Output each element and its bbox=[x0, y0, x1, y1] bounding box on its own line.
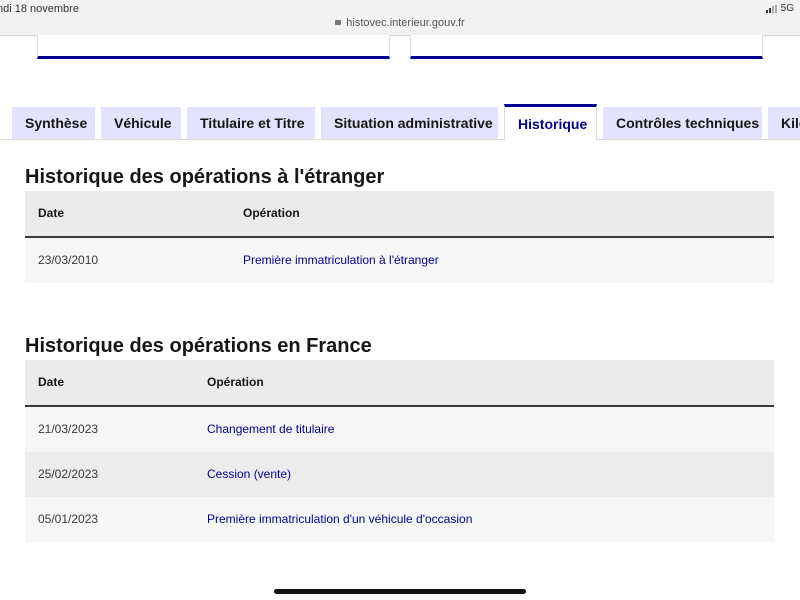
section-title-etranger: Historique des opérations à l'étranger bbox=[25, 166, 385, 188]
network-type: 5G bbox=[780, 3, 794, 14]
table-row: 21/03/2023 Changement de titulaire bbox=[25, 407, 774, 452]
tab-synthese[interactable]: Synthèse bbox=[12, 107, 95, 140]
status-bar: ndi 18 novembre histovec.interieur.gouv.… bbox=[0, 0, 800, 36]
status-date: ndi 18 novembre bbox=[0, 3, 79, 15]
status-indicators: 5G bbox=[765, 3, 794, 14]
tab-underline bbox=[0, 139, 800, 140]
address-bar[interactable]: histovec.interieur.gouv.fr bbox=[0, 17, 800, 29]
section-title-france: Historique des opérations en France bbox=[25, 335, 372, 357]
row-operation-link[interactable]: Première immatriculation d'un véhicule d… bbox=[207, 497, 472, 542]
row-operation-link[interactable]: Première immatriculation à l'étranger bbox=[243, 238, 439, 283]
lock-icon bbox=[335, 19, 342, 25]
header-date: Date bbox=[38, 206, 65, 220]
table-france: Date Opération 21/03/2023 Changement de … bbox=[25, 360, 774, 542]
tab-bar: Synthèse Véhicule Titulaire et Titre Sit… bbox=[0, 104, 800, 141]
home-indicator[interactable] bbox=[274, 589, 526, 594]
header-operation: Opération bbox=[243, 206, 300, 220]
row-date: 05/01/2023 bbox=[38, 512, 99, 526]
row-date: 23/03/2010 bbox=[38, 253, 99, 267]
tab-kilometrage[interactable]: Kilo bbox=[768, 107, 800, 140]
row-date: 25/02/2023 bbox=[38, 467, 99, 481]
summary-card-right bbox=[410, 35, 763, 59]
table-row: 23/03/2010 Première immatriculation à l'… bbox=[25, 238, 774, 283]
header-date: Date bbox=[38, 375, 65, 389]
tab-historique[interactable]: Historique bbox=[504, 104, 597, 141]
header-operation: Opération bbox=[207, 375, 264, 389]
tab-controles[interactable]: Contrôles techniques bbox=[603, 107, 762, 140]
table-etranger: Date Opération 23/03/2010 Première immat… bbox=[25, 191, 774, 283]
table-header: Date Opération bbox=[25, 360, 774, 407]
row-date: 21/03/2023 bbox=[38, 422, 99, 436]
tab-titulaire[interactable]: Titulaire et Titre bbox=[187, 107, 315, 140]
summary-card-left bbox=[37, 35, 390, 59]
row-operation-link[interactable]: Changement de titulaire bbox=[207, 407, 334, 452]
table-row: 25/02/2023 Cession (vente) bbox=[25, 452, 774, 497]
tab-vehicule[interactable]: Véhicule bbox=[101, 107, 181, 140]
table-header: Date Opération bbox=[25, 191, 774, 238]
signal-icon bbox=[765, 4, 777, 13]
tab-situation[interactable]: Situation administrative bbox=[321, 107, 498, 140]
address-url: histovec.interieur.gouv.fr bbox=[346, 17, 465, 29]
row-operation-link[interactable]: Cession (vente) bbox=[207, 452, 291, 497]
table-row: 05/01/2023 Première immatriculation d'un… bbox=[25, 497, 774, 542]
